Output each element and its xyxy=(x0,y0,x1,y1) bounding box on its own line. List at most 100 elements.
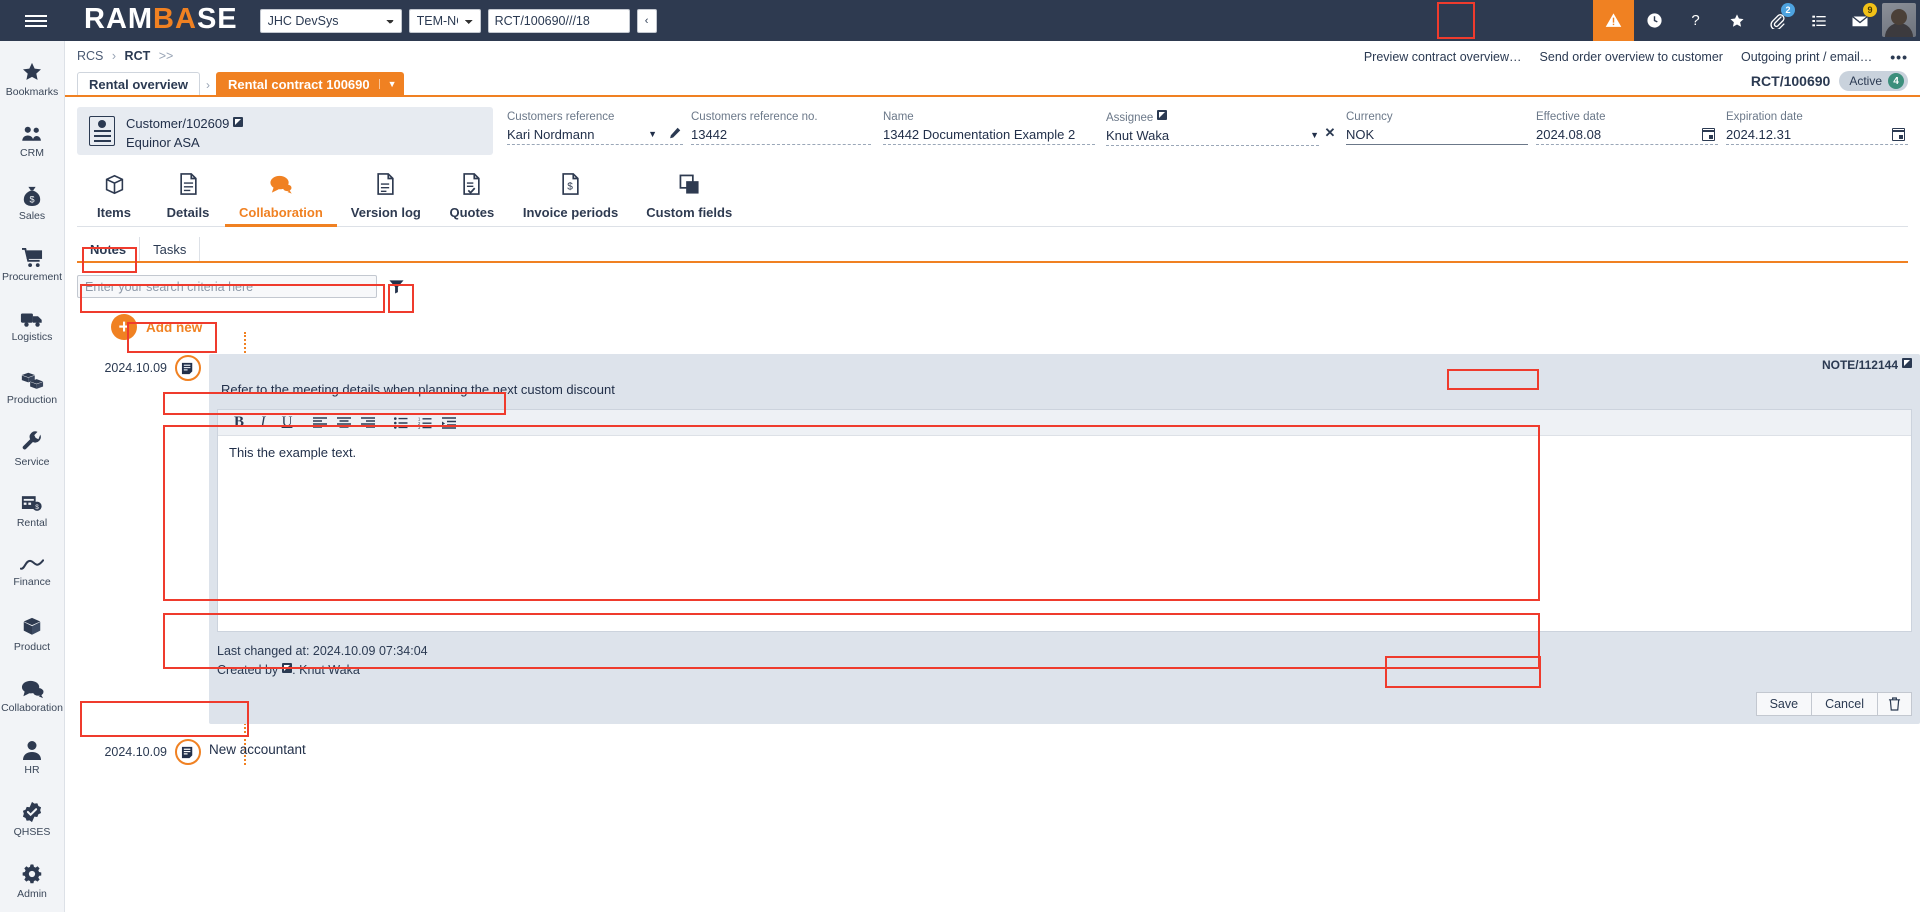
field-value[interactable]: Kari Nordmann xyxy=(507,125,594,144)
field-value[interactable]: 13442 xyxy=(691,125,871,145)
field-value[interactable]: Knut Waka xyxy=(1106,126,1169,145)
calendar-icon[interactable] xyxy=(1702,128,1715,141)
editor-text-area[interactable]: This the example text. xyxy=(218,436,1911,631)
sidebar-item-hr[interactable]: HR xyxy=(0,727,65,789)
numbered-list-button[interactable]: 123 xyxy=(413,411,437,435)
outgoing-print-email-action[interactable]: Outgoing print / email… xyxy=(1741,50,1872,64)
tab-label: Version log xyxy=(351,205,421,220)
approval-icon[interactable] xyxy=(1634,0,1675,41)
bullet-list-button[interactable] xyxy=(389,411,413,435)
context-tab-rental-overview[interactable]: Rental overview xyxy=(77,72,200,95)
tab-label: Quotes xyxy=(449,205,494,220)
company-select[interactable]: JHC DevSys xyxy=(260,9,402,33)
cancel-button[interactable]: Cancel xyxy=(1812,692,1878,716)
tab-details[interactable]: Details xyxy=(151,170,225,226)
tab-quotes[interactable]: Quotes xyxy=(435,170,509,226)
truck-icon xyxy=(20,310,44,328)
breadcrumb-current[interactable]: RCT xyxy=(125,49,151,63)
field-value[interactable]: 13442 Documentation Example 2 xyxy=(883,125,1095,145)
user-avatar[interactable] xyxy=(1882,3,1916,37)
messages-icon[interactable]: 9 xyxy=(1839,0,1880,41)
note-icon[interactable] xyxy=(175,355,201,381)
cube-icon xyxy=(104,174,125,198)
sidebar-item-sales[interactable]: $ Sales xyxy=(0,172,65,234)
underline-button[interactable]: U xyxy=(275,411,299,435)
warning-icon[interactable] xyxy=(1593,0,1634,41)
bold-button[interactable]: B xyxy=(227,411,251,435)
list-menu-icon[interactable] xyxy=(1798,0,1839,41)
sub-tab-tasks[interactable]: Tasks xyxy=(140,237,200,261)
tab-custom-fields[interactable]: Custom fields xyxy=(632,170,746,226)
context-input[interactable] xyxy=(488,9,630,33)
sidebar-item-procurement[interactable]: Procurement xyxy=(0,234,65,296)
preview-contract-overview-action[interactable]: Preview contract overview… xyxy=(1364,50,1522,64)
sidebar-item-product[interactable]: Product xyxy=(0,604,65,666)
external-link-icon[interactable] xyxy=(282,663,292,673)
breadcrumb-root[interactable]: RCS xyxy=(77,49,103,63)
collapse-button[interactable]: ‹ xyxy=(637,9,657,33)
search-input[interactable] xyxy=(77,275,377,298)
sidebar-item-service[interactable]: Service xyxy=(0,419,65,481)
italic-button[interactable]: I xyxy=(251,411,275,435)
external-link-icon[interactable] xyxy=(233,117,243,127)
indent-button[interactable] xyxy=(437,411,461,435)
more-actions-icon[interactable]: ••• xyxy=(1890,49,1908,65)
note-icon[interactable] xyxy=(175,739,201,765)
field-value[interactable]: 2024.08.08 xyxy=(1536,125,1601,144)
customer-block[interactable]: Customer/102609 Equinor ASA xyxy=(77,107,493,155)
tab-collaboration[interactable]: Collaboration xyxy=(225,170,337,226)
boxes-icon xyxy=(20,371,44,391)
align-left-button[interactable] xyxy=(308,411,332,435)
attachments-icon[interactable]: 2 xyxy=(1757,0,1798,41)
funnel-icon[interactable] xyxy=(385,276,407,298)
note-id[interactable]: NOTE/112144 xyxy=(1822,358,1912,372)
note-title[interactable]: Refer to the meeting details when planni… xyxy=(217,380,1912,401)
field-label: Customers reference xyxy=(507,110,683,125)
svg-text:$: $ xyxy=(29,194,34,204)
chevron-down-icon[interactable]: ▼ xyxy=(648,125,657,144)
tab-items[interactable]: Items xyxy=(77,170,151,226)
chevron-down-icon[interactable]: ▼ xyxy=(1310,126,1319,145)
chevron-down-icon[interactable]: ▼ xyxy=(379,79,397,89)
add-new-button[interactable]: + Add new xyxy=(111,314,202,340)
align-right-button[interactable] xyxy=(356,411,380,435)
sidebar-item-finance[interactable]: Finance xyxy=(0,542,65,604)
sidebar-item-admin[interactable]: Admin xyxy=(0,850,65,912)
clear-assignee-icon[interactable]: ✕ xyxy=(1319,107,1341,141)
sidebar-item-bookmarks[interactable]: Bookmarks xyxy=(0,49,65,111)
sidebar-item-production[interactable]: Production xyxy=(0,357,65,419)
help-icon[interactable]: ? xyxy=(1675,0,1716,41)
sidebar-item-rental[interactable]: $ Rental xyxy=(0,480,65,542)
save-button[interactable]: Save xyxy=(1756,692,1813,716)
edit-pencil-icon[interactable] xyxy=(669,125,681,144)
status-badge[interactable]: Active 4 xyxy=(1839,71,1908,91)
external-link-icon[interactable] xyxy=(1902,358,1912,368)
field-value[interactable]: 2024.12.31 xyxy=(1726,125,1791,144)
align-center-button[interactable] xyxy=(332,411,356,435)
language-select[interactable]: TEM-NO xyxy=(409,9,481,33)
calendar-icon[interactable] xyxy=(1892,128,1905,141)
tab-invoice-periods[interactable]: $ Invoice periods xyxy=(509,170,632,226)
sidebar-item-qhses[interactable]: QHSES xyxy=(0,789,65,851)
context-tab-rental-contract[interactable]: Rental contract 100690 ▼ xyxy=(216,72,404,95)
sidebar-item-logistics[interactable]: Logistics xyxy=(0,296,65,358)
document-check-icon xyxy=(462,173,481,198)
delete-button[interactable] xyxy=(1878,692,1912,716)
sidebar-item-collaboration[interactable]: Collaboration xyxy=(0,665,65,727)
sub-tab-notes[interactable]: Notes xyxy=(77,237,140,261)
info-fields: Customers reference Kari Nordmann ▼ Cust… xyxy=(493,107,1908,155)
external-link-icon[interactable] xyxy=(1157,110,1167,120)
favorites-icon[interactable] xyxy=(1716,0,1757,41)
menu-toggle-button[interactable] xyxy=(0,0,72,41)
field-value[interactable]: NOK xyxy=(1346,125,1528,145)
note-entry: 2024.10.09 New accountant xyxy=(65,738,1920,765)
tab-label: Items xyxy=(97,205,131,220)
send-order-overview-action[interactable]: Send order overview to customer xyxy=(1540,50,1723,64)
sidebar-item-crm[interactable]: CRM xyxy=(0,111,65,173)
note-editor: B I U 123 xyxy=(217,409,1912,632)
tab-version-log[interactable]: Version log xyxy=(337,170,435,226)
note-last-changed: Last changed at: 2024.10.09 07:34:04 xyxy=(217,642,1920,661)
field-label: Name xyxy=(883,110,1095,125)
customer-id[interactable]: Customer/102609 xyxy=(126,114,243,133)
note-title[interactable]: New accountant xyxy=(209,738,1920,757)
